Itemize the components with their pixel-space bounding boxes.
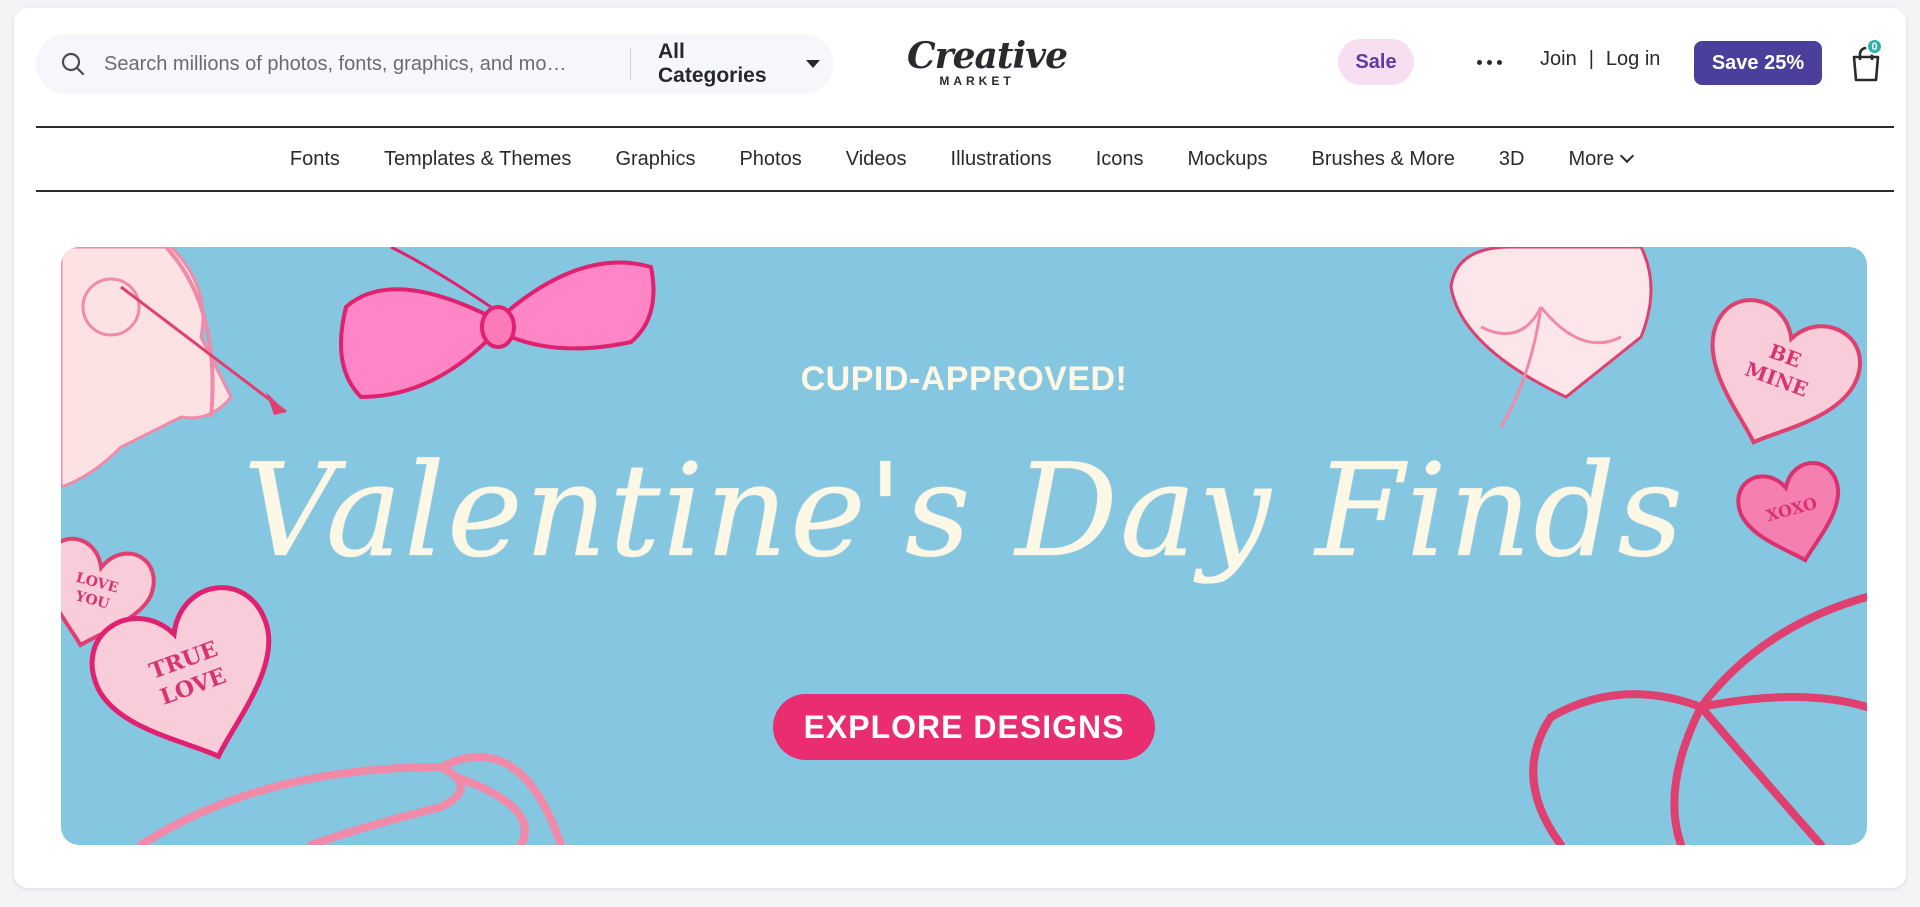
auth-links: Join | Log in — [1540, 48, 1660, 71]
sale-button[interactable]: Sale — [1338, 39, 1414, 85]
nav-item-icons[interactable]: Icons — [1096, 148, 1144, 171]
search-divider — [630, 48, 631, 80]
creative-market-logo[interactable]: Creative MARKET — [907, 35, 1068, 100]
page: All Categories Creative MARKET Sale Join… — [14, 8, 1906, 888]
logo-wordmark: Creative — [907, 35, 1068, 77]
search-icon[interactable] — [60, 51, 86, 77]
cart-count-badge: 0 — [1866, 38, 1883, 55]
heart-box-illustration — [1449, 247, 1653, 428]
more-options-icon[interactable] — [1469, 44, 1509, 80]
nav-item-illustrations[interactable]: Illustrations — [951, 148, 1052, 171]
nav-item-photos[interactable]: Photos — [739, 148, 801, 171]
nav-item-more[interactable]: More — [1568, 147, 1635, 171]
explore-designs-button[interactable]: EXPLORE DESIGNS — [773, 694, 1155, 760]
chevron-down-icon — [1620, 148, 1635, 164]
nav-more-label: More — [1568, 147, 1615, 170]
nav-item-templates-themes[interactable]: Templates & Themes — [384, 148, 572, 171]
join-link[interactable]: Join — [1540, 48, 1577, 71]
category-nav: Fonts Templates & Themes Graphics Photos… — [36, 126, 1894, 192]
nav-item-mockups[interactable]: Mockups — [1188, 148, 1268, 171]
nav-item-graphics[interactable]: Graphics — [615, 148, 695, 171]
nav-item-fonts[interactable]: Fonts — [290, 148, 340, 171]
caret-down-icon — [806, 60, 820, 68]
login-link[interactable]: Log in — [1606, 48, 1661, 71]
hero-title: Valentine's Day Finds — [243, 437, 1685, 586]
category-select-label: All Categories — [658, 40, 767, 87]
search-input[interactable] — [104, 48, 564, 80]
auth-separator: | — [1588, 48, 1594, 70]
nav-item-3d[interactable]: 3D — [1499, 148, 1525, 171]
hero-kicker: CUPID-APPROVED! — [800, 360, 1128, 398]
search-bar: All Categories — [36, 34, 834, 94]
ribbon-bottom-right-illustration — [1529, 593, 1867, 845]
save-25-button[interactable]: Save 25% — [1694, 41, 1822, 85]
nav-item-brushes-more[interactable]: Brushes & More — [1312, 148, 1455, 171]
valentines-hero-banner[interactable]: BE MINE XOXO LOVE YOU TRUE LOVE CUPID-AP… — [61, 247, 1867, 845]
category-select[interactable]: All Categories — [644, 40, 834, 87]
nav-item-videos[interactable]: Videos — [846, 148, 907, 171]
ribbon-bottom-illustration — [137, 753, 565, 845]
